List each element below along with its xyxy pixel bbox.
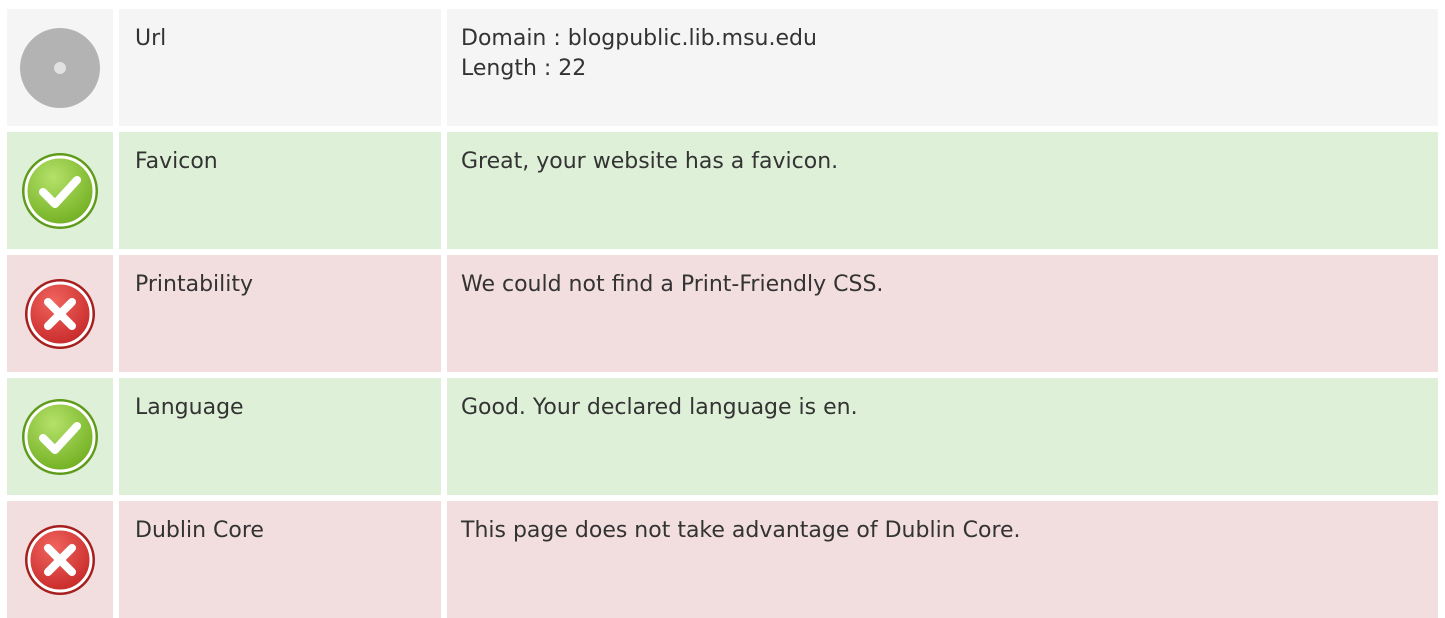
value-line-length: Length : 22 [461,56,587,81]
row-value: Good. Your declared language is en. [447,378,1438,495]
row-value: This page does not take advantage of Dub… [447,501,1438,618]
value-line: We could not find a Print-Friendly CSS. [461,272,884,297]
row-value: We could not find a Print-Friendly CSS. [447,255,1438,372]
row-label: Printability [119,255,441,372]
check-circle-icon [21,152,99,230]
table-row-favicon: Favicon Great, your website has a favico… [7,132,1438,249]
table-row-language: Language Good. Your declared language is… [7,378,1438,495]
cross-circle-icon [24,278,96,350]
table-row-url: Url Domain : blogpublic.lib.msu.edu Leng… [7,9,1438,126]
status-cell [7,501,113,618]
status-cell [7,255,113,372]
seo-checklist-table: Url Domain : blogpublic.lib.msu.edu Leng… [7,9,1438,618]
row-label: Url [119,9,441,126]
value-line: Good. Your declared language is en. [461,395,858,420]
row-value: Great, your website has a favicon. [447,132,1438,249]
neutral-circle-icon [20,27,100,108]
check-circle-icon [21,398,99,476]
status-cell [7,378,113,495]
value-line: This page does not take advantage of Dub… [461,518,1021,543]
cross-circle-icon [24,524,96,596]
status-cell [7,9,113,126]
table-row-dublin-core: Dublin Core This page does not take adva… [7,501,1438,618]
value-line-domain: Domain : blogpublic.lib.msu.edu [461,26,817,51]
status-cell [7,132,113,249]
row-label: Dublin Core [119,501,441,618]
row-label: Favicon [119,132,441,249]
table-row-printability: Printability We could not find a Print-F… [7,255,1438,372]
row-label: Language [119,378,441,495]
row-value: Domain : blogpublic.lib.msu.edu Length :… [447,9,1438,126]
value-line: Great, your website has a favicon. [461,149,839,174]
